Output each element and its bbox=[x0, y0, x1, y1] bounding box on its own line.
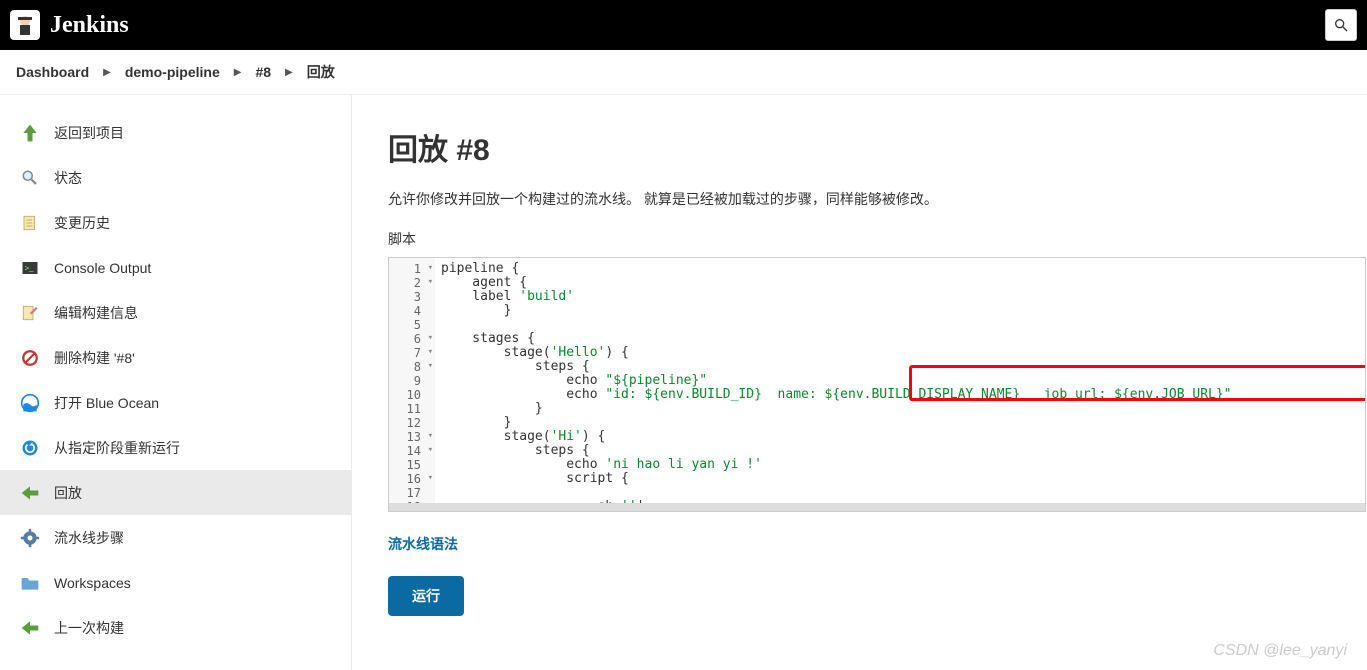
notepad-icon bbox=[18, 211, 42, 235]
rerun-icon bbox=[18, 436, 42, 460]
sidebar-item-blue-ocean[interactable]: 打开 Blue Ocean bbox=[0, 380, 351, 425]
notepad-pencil-icon bbox=[18, 301, 42, 325]
page-description: 允许你修改并回放一个构建过的流水线。 就算是已经被加载过的步骤，同样能够被修改。 bbox=[388, 189, 1367, 209]
page-title: 回放 #8 bbox=[388, 125, 1367, 169]
svg-text:>_: >_ bbox=[25, 263, 34, 272]
breadcrumb-replay[interactable]: 回放 bbox=[307, 62, 335, 82]
main: 返回到项目 状态 变更历史 >_ Console Output 编辑构建信息 删除… bbox=[0, 95, 1367, 670]
breadcrumb: Dashboard ▶ demo-pipeline ▶ #8 ▶ 回放 bbox=[0, 50, 1367, 95]
chevron-right-icon: ▶ bbox=[234, 67, 242, 78]
sidebar-item-back-to-project[interactable]: 返回到项目 bbox=[0, 110, 351, 155]
search-icon bbox=[1333, 17, 1349, 33]
breadcrumb-dashboard[interactable]: Dashboard bbox=[16, 64, 89, 80]
sidebar-item-label: 变更历史 bbox=[54, 213, 110, 233]
folder-icon bbox=[18, 571, 42, 595]
arrow-up-green-icon bbox=[18, 121, 42, 145]
script-editor[interactable]: 123456789101112131415161718 pipeline { a… bbox=[388, 257, 1366, 512]
sidebar-item-changes[interactable]: 变更历史 bbox=[0, 200, 351, 245]
sidebar-item-label: Workspaces bbox=[54, 575, 131, 591]
sidebar-item-workspaces[interactable]: Workspaces bbox=[0, 560, 351, 605]
pipeline-syntax-link[interactable]: 流水线语法 bbox=[388, 534, 458, 554]
topbar-left: Jenkins bbox=[10, 10, 129, 40]
sidebar-item-label: 上一次构建 bbox=[54, 618, 124, 638]
breadcrumb-build[interactable]: #8 bbox=[255, 64, 271, 80]
magnifier-icon bbox=[18, 166, 42, 190]
arrow-left-green-icon bbox=[18, 481, 42, 505]
highlight-box bbox=[909, 365, 1366, 401]
forbidden-icon bbox=[18, 346, 42, 370]
chevron-right-icon: ▶ bbox=[285, 67, 293, 78]
topbar: Jenkins bbox=[0, 0, 1367, 50]
breadcrumb-project[interactable]: demo-pipeline bbox=[125, 64, 220, 80]
blueocean-icon bbox=[18, 391, 42, 415]
editor-gutter: 123456789101112131415161718 bbox=[389, 258, 435, 512]
sidebar-item-previous-build[interactable]: 上一次构建 bbox=[0, 605, 351, 650]
sidebar-item-label: 编辑构建信息 bbox=[54, 303, 138, 323]
arrow-left-green-icon bbox=[18, 616, 42, 640]
sidebar-item-label: 回放 bbox=[54, 483, 82, 503]
sidebar-item-replay[interactable]: 回放 bbox=[0, 470, 351, 515]
chevron-right-icon: ▶ bbox=[103, 67, 111, 78]
content: 回放 #8 允许你修改并回放一个构建过的流水线。 就算是已经被加载过的步骤，同样… bbox=[352, 95, 1367, 670]
editor-scrollbar[interactable] bbox=[389, 503, 1365, 511]
script-label: 脚本 bbox=[388, 229, 1367, 249]
sidebar: 返回到项目 状态 变更历史 >_ Console Output 编辑构建信息 删除… bbox=[0, 95, 352, 670]
sidebar-item-edit-build-info[interactable]: 编辑构建信息 bbox=[0, 290, 351, 335]
brand-name[interactable]: Jenkins bbox=[50, 12, 129, 39]
sidebar-item-label: 删除构建 '#8' bbox=[54, 348, 135, 368]
sidebar-item-label: 流水线步骤 bbox=[54, 528, 124, 548]
sidebar-item-console[interactable]: >_ Console Output bbox=[0, 245, 351, 290]
gear-blue-icon bbox=[18, 526, 42, 550]
sidebar-item-restart-from-stage[interactable]: 从指定阶段重新运行 bbox=[0, 425, 351, 470]
sidebar-item-label: 打开 Blue Ocean bbox=[54, 393, 159, 413]
jenkins-logo-icon[interactable] bbox=[10, 10, 40, 40]
sidebar-item-status[interactable]: 状态 bbox=[0, 155, 351, 200]
run-button[interactable]: 运行 bbox=[388, 576, 464, 616]
search-button[interactable] bbox=[1325, 9, 1357, 41]
sidebar-item-label: 状态 bbox=[54, 168, 82, 188]
sidebar-item-label: Console Output bbox=[54, 260, 151, 276]
sidebar-item-label: 返回到项目 bbox=[54, 123, 124, 143]
sidebar-item-pipeline-steps[interactable]: 流水线步骤 bbox=[0, 515, 351, 560]
sidebar-item-delete-build[interactable]: 删除构建 '#8' bbox=[0, 335, 351, 380]
watermark: CSDN @lee_yanyi bbox=[1213, 642, 1347, 660]
terminal-icon: >_ bbox=[18, 256, 42, 280]
sidebar-item-label: 从指定阶段重新运行 bbox=[54, 438, 180, 458]
